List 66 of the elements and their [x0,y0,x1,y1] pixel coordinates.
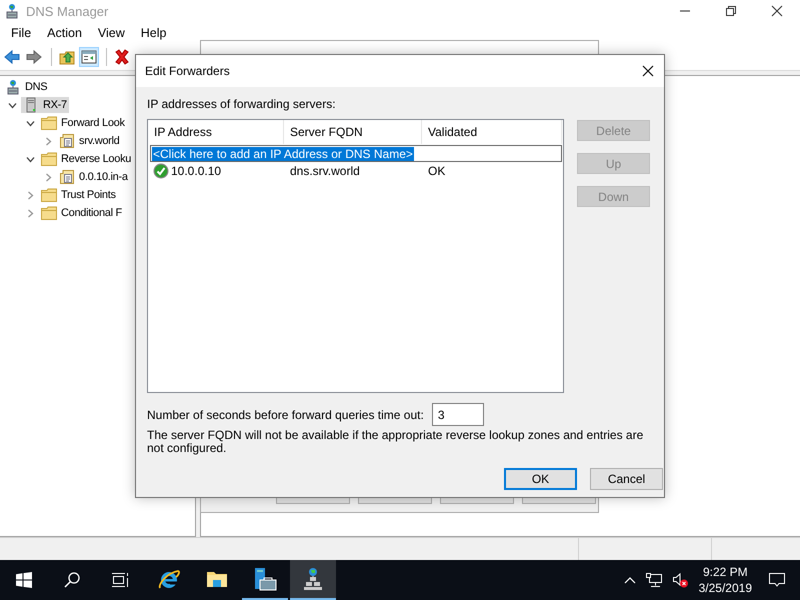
table-cell: 10.0.0.10 [171,164,222,178]
restore-icon[interactable] [725,5,737,17]
tree-item[interactable]: Reverse Looku [59,152,134,166]
folder-icon [41,187,57,203]
note-text: The server FQDN will not be available if the appropriate reverse lookup zones and entries are not configured. [147,429,644,455]
menu-item[interactable]: Action [39,23,90,43]
add-entry-field[interactable]: <Click here to add an IP Address or DNS Name> [150,145,562,162]
expand-chevron-icon[interactable] [26,208,34,218]
folder-icon [41,205,57,221]
collapse-chevron-icon[interactable] [8,100,16,110]
chevron-up-icon[interactable] [624,576,636,584]
menu-item[interactable]: Help [132,23,174,43]
clock-time: 9:22 PM [702,564,748,580]
column-header[interactable]: Server FQDN [284,120,422,144]
menu-item[interactable]: View [90,23,133,43]
browser-e-icon [157,567,181,591]
cancel-button[interactable]: Cancel [590,468,663,490]
collapse-chevron-icon[interactable] [26,118,34,128]
tree-item[interactable]: DNS [23,80,50,94]
panel-icon [81,49,97,65]
zone-file-icon [59,133,75,149]
tree-item[interactable]: Trust Points [59,188,118,202]
forward-arrow-icon[interactable] [26,49,42,65]
app-icon [4,3,20,19]
collapse-chevron-icon[interactable] [26,154,34,164]
list-label: IP addresses of forwarding servers: [147,97,337,112]
delete-icon[interactable] [114,49,130,65]
search-icon[interactable] [64,572,80,588]
tree-item[interactable]: Conditional F [59,206,124,220]
back-arrow-icon[interactable] [4,49,20,65]
clock-date: 3/25/2019 [698,580,752,596]
panel-button[interactable] [79,47,99,67]
folder-icon [41,151,57,167]
expand-chevron-icon[interactable] [26,190,34,200]
clock[interactable]: 9:22 PM 3/25/2019 [698,564,752,596]
tree-item[interactable]: srv.world [77,134,122,148]
server-toolbox-icon [253,567,277,591]
table-cell-text: OK [427,164,446,178]
close-icon[interactable] [642,65,654,77]
tree-item[interactable]: 0.0.10.in-a [77,170,130,184]
tree-item[interactable]: RX-7 [41,98,69,112]
ok-button[interactable]: OK [504,468,577,490]
expand-chevron-icon[interactable] [44,136,52,146]
timeout-label: Number of seconds before forward queries time out: [147,408,424,422]
taskbar-button[interactable] [290,560,336,600]
notifications-icon[interactable] [768,572,786,588]
volume-muted-icon[interactable] [672,572,688,588]
expand-chevron-icon[interactable] [44,172,52,182]
folder-icon [206,569,228,589]
dialog-title: Edit Forwarders [145,64,230,78]
dns-icon [303,567,323,591]
menu-item[interactable]: File [3,23,40,43]
dns-icon [5,79,21,95]
zone-file-icon [59,169,75,185]
folder-up-icon[interactable] [59,49,75,65]
folder-icon [41,115,57,131]
close-icon[interactable] [771,5,783,17]
start-icon[interactable] [16,572,32,588]
network-icon[interactable] [646,573,662,587]
column-header[interactable]: Validated [422,120,562,144]
table-cell-text: dns.srv.world [289,164,361,178]
task-view-icon[interactable] [111,572,129,588]
window-title: DNS Manager [26,4,108,18]
column-header[interactable]: IP Address [148,120,284,144]
timeout-field[interactable]: 3 [432,403,484,426]
tree-item[interactable]: Forward Look [59,116,127,130]
